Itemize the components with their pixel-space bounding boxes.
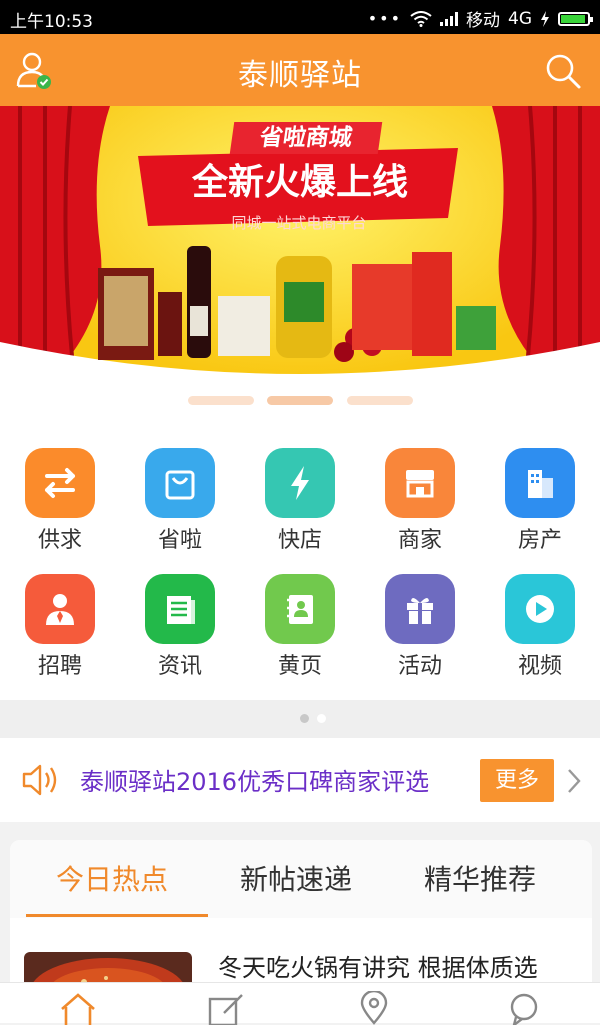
message-icon[interactable] <box>502 991 546 1025</box>
grid-item-supply-demand[interactable]: 供求 <box>0 448 120 568</box>
grid-item-label: 房产 <box>517 528 562 553</box>
news-title[interactable]: 冬天吃火锅有讲究 根据体质选 <box>218 948 538 983</box>
lightning-icon <box>265 448 335 518</box>
building-icon <box>505 448 575 518</box>
grid-item-label: 活动 <box>397 654 442 679</box>
gift-icon <box>385 574 455 644</box>
banner-heading: 省啦商城 <box>229 122 383 154</box>
chevron-right-icon[interactable] <box>566 768 582 794</box>
shopping-bag-icon <box>145 448 215 518</box>
tab-featured[interactable]: 精华推荐 <box>424 858 536 898</box>
grid-pager <box>0 700 600 738</box>
tab-new-posts[interactable]: 新帖速递 <box>240 858 352 898</box>
signal-icon <box>440 11 458 26</box>
bottom-nav <box>0 982 600 1025</box>
status-time: 上午10:53 <box>10 12 93 32</box>
grid-item-events[interactable]: 活动 <box>360 574 480 694</box>
person-tie-icon <box>25 574 95 644</box>
more-button[interactable]: 更多 <box>480 759 554 802</box>
grid-item-label: 资讯 <box>157 654 202 679</box>
grid-item-merchants[interactable]: 商家 <box>360 448 480 568</box>
network-label: 4G <box>508 8 532 29</box>
feed-tabs: 今日热点 新帖速递 精华推荐 <box>10 840 592 918</box>
home-icon[interactable] <box>56 991 100 1025</box>
grid-item-label: 快店 <box>277 528 322 553</box>
wifi-icon <box>410 10 432 27</box>
grid-item-label: 省啦 <box>157 528 202 553</box>
post-edit-icon[interactable] <box>204 991 248 1025</box>
location-pin-icon[interactable] <box>352 991 396 1025</box>
speaker-icon <box>22 764 57 796</box>
grid-item-real-estate[interactable]: 房产 <box>480 448 600 568</box>
announcement-text[interactable]: 泰顺驿站2016优秀口碑商家评选 <box>80 762 429 797</box>
grid-item-label: 招聘 <box>37 654 82 679</box>
grid-item-video[interactable]: 视频 <box>480 574 600 694</box>
grid-item-label: 商家 <box>397 528 442 553</box>
grid-item-shengla[interactable]: 省啦 <box>120 448 240 568</box>
grid-item-quick-shop[interactable]: 快店 <box>240 448 360 568</box>
grid-pager-dot[interactable] <box>317 714 326 723</box>
banner-subline: 同城一站式电商平台 <box>231 214 367 232</box>
storefront-icon <box>385 448 455 518</box>
tab-active-indicator <box>26 914 208 917</box>
announcement-bar[interactable]: 泰顺驿站2016优秀口碑商家评选 更多 <box>0 738 600 822</box>
grid-item-yellow-pages[interactable]: 黄页 <box>240 574 360 694</box>
battery-level <box>561 14 585 23</box>
grid-item-recruitment[interactable]: 招聘 <box>0 574 120 694</box>
battery-icon <box>558 11 593 26</box>
grid-item-label: 视频 <box>517 654 562 679</box>
grid-item-label: 黄页 <box>277 654 322 679</box>
banner-pager <box>0 380 600 424</box>
charging-icon <box>541 10 549 27</box>
banner-headline: 全新火爆上线 <box>191 162 408 203</box>
carrier-label: 移动 <box>466 11 500 31</box>
status-bar: 上午10:53 ••• 移动 4G <box>0 0 600 34</box>
swap-arrows-icon <box>25 448 95 518</box>
app-header: 泰顺驿站 <box>0 34 600 106</box>
grid-pager-dot[interactable] <box>300 714 309 723</box>
promo-banner[interactable]: 省啦商城 全新火爆上线 同城一站式电商平台 <box>0 106 600 380</box>
more-dots-icon: ••• <box>367 9 402 28</box>
newspaper-icon <box>145 574 215 644</box>
tab-today-hot[interactable]: 今日热点 <box>56 858 168 898</box>
contact-book-icon <box>265 574 335 644</box>
banner-pager-dot[interactable] <box>267 396 333 405</box>
grid-item-news[interactable]: 资讯 <box>120 574 240 694</box>
search-icon[interactable] <box>544 52 582 90</box>
category-grid: 供求 省啦 快店 商家 房产 招聘 资讯 黄页 活动 视频 <box>0 424 600 700</box>
banner-pager-dot[interactable] <box>347 396 413 405</box>
banner-pager-dot[interactable] <box>188 396 254 405</box>
play-icon <box>505 574 575 644</box>
grid-item-label: 供求 <box>37 528 82 553</box>
page-title: 泰顺驿站 <box>238 58 362 93</box>
